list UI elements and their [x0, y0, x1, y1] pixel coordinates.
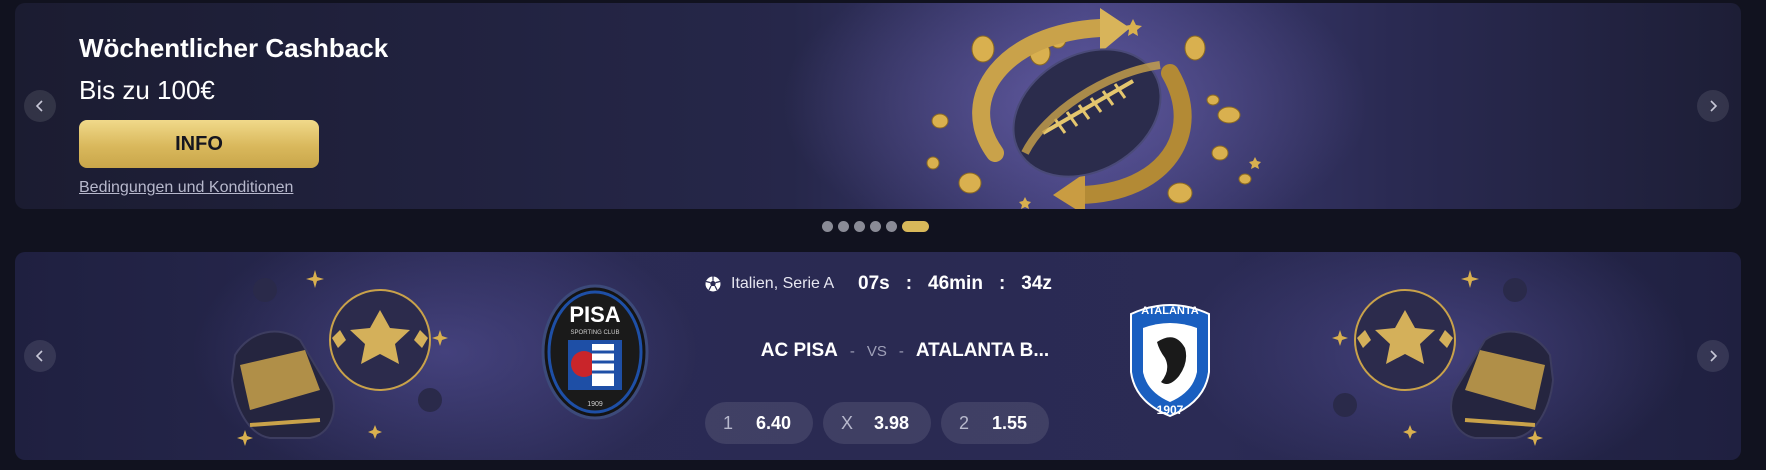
cashback-promo-banner: Wöchentlicher Cashback Bis zu 100€ INFO … [15, 3, 1741, 209]
odds-value: 3.98 [873, 412, 909, 433]
match-teams: AC PISA - VS - ATALANTA B... [715, 336, 1095, 366]
carousel-pagination [822, 220, 929, 232]
crest-home-year: 1909 [587, 401, 603, 408]
promo-next-button[interactable] [1697, 90, 1729, 122]
odds-value: 1.55 [991, 412, 1027, 433]
chevron-right-icon [1710, 100, 1718, 112]
promo-title: Wöchentlicher Cashback [79, 33, 389, 63]
chevron-left-icon [35, 350, 43, 362]
promo-prev-button[interactable] [24, 90, 56, 122]
league-info: Italien, Serie A [705, 270, 834, 298]
odds-away-button[interactable]: 2 1.55 [941, 402, 1049, 444]
carousel-dot[interactable] [870, 220, 881, 232]
soccer-ball-and-boot-icon [1332, 270, 1555, 446]
soccer-ball-icon [705, 276, 721, 292]
soccer-boot-and-ball-icon [230, 270, 448, 446]
match-next-button[interactable] [1697, 340, 1729, 372]
promo-subtitle: Bis zu 100€ [79, 75, 215, 105]
league-name: Italien, Serie A [731, 275, 835, 292]
vs-label: VS [866, 342, 887, 360]
vs-separator: - [849, 342, 855, 360]
ac-pisa-crest: PISA SPORTING CLUB 1909 [541, 284, 649, 420]
crest-away-name: ATALANTA [1141, 305, 1198, 317]
odds-label: 1 [723, 412, 734, 433]
countdown-seconds: 07s [858, 273, 890, 294]
odds-draw-button[interactable]: X 3.98 [823, 402, 931, 444]
golden-football-cashback-icon [926, 8, 1261, 209]
chevron-right-icon [1710, 350, 1718, 362]
carousel-dot-active[interactable] [902, 220, 929, 232]
countdown-third: 34z [1021, 273, 1052, 294]
match-promo-banner: PISA SPORTING CLUB 1909 Italien, Serie A… [15, 252, 1741, 460]
atalanta-crest: ATALANTA 1907 [1130, 304, 1210, 418]
away-team-name: ATALANTA B... [915, 340, 1050, 361]
home-team-name: AC PISA [760, 340, 838, 361]
odds-buttons: 1 6.40 X 3.98 2 1.55 [705, 402, 1049, 444]
odds-label: X [841, 412, 854, 433]
crest-away-year: 1907 [1157, 403, 1184, 417]
carousel-dot[interactable] [854, 220, 865, 232]
match-prev-button[interactable] [24, 340, 56, 372]
countdown-minutes: 46min [928, 273, 983, 294]
odds-label: 2 [959, 412, 970, 433]
odds-home-button[interactable]: 1 6.40 [705, 402, 813, 444]
vs-separator: - [898, 342, 904, 360]
info-button[interactable]: INFO [79, 120, 319, 168]
odds-value: 6.40 [755, 412, 791, 433]
carousel-dot[interactable] [886, 220, 897, 232]
match-countdown: 07s : 46min : 34z [858, 270, 1052, 298]
crest-home-sub: SPORTING CLUB [571, 330, 620, 336]
carousel-dot[interactable] [838, 220, 849, 232]
countdown-separator: : [998, 273, 1006, 294]
chevron-left-icon [35, 100, 43, 112]
crest-home-name: PISA [569, 302, 620, 327]
carousel-dot[interactable] [822, 220, 833, 232]
countdown-separator: : [905, 273, 913, 294]
terms-and-conditions-link[interactable]: Bedingungen und Konditionen [79, 179, 293, 197]
